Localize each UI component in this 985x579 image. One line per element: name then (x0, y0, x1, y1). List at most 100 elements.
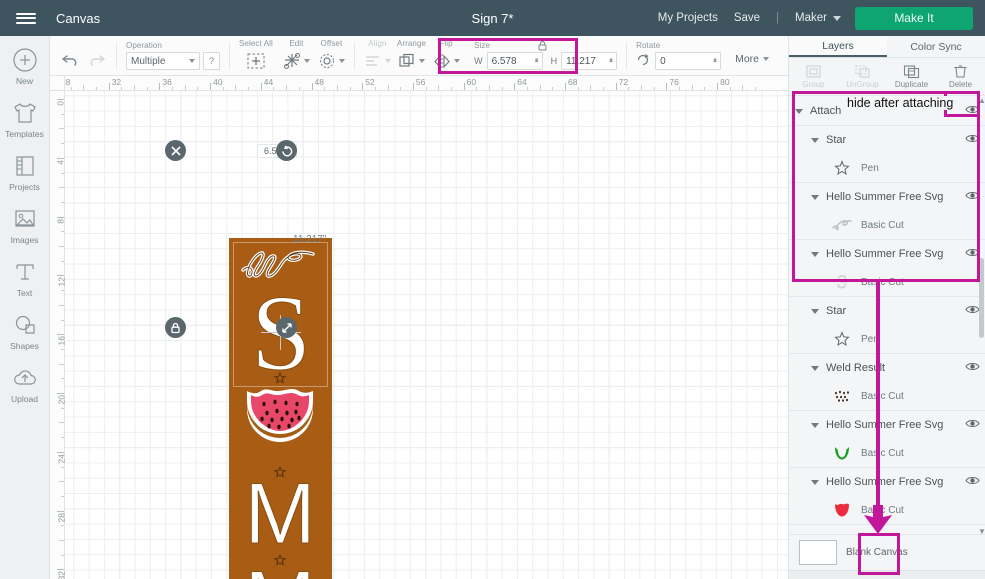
ruler-label: 20 (56, 395, 66, 405)
scrollbar-thumb[interactable] (979, 258, 984, 338)
more-button[interactable]: More (735, 53, 770, 65)
letter-m-layer-1[interactable]: M (244, 466, 317, 563)
resize-handle[interactable] (276, 317, 297, 338)
make-it-button[interactable]: Make It (855, 6, 973, 30)
star-outline-icon[interactable] (273, 371, 287, 384)
ruler-tick (603, 87, 605, 90)
chevron-down-icon[interactable] (811, 194, 819, 200)
sidebar-item-new[interactable]: New (0, 46, 50, 86)
sidebar-item-templates[interactable]: Templates (0, 99, 50, 139)
align-button[interactable] (364, 50, 391, 72)
layer-row-star[interactable]: Star (789, 126, 985, 154)
layer-row-hello-summer[interactable]: Hello Summer Free Svg (789, 183, 985, 211)
rotate-handle[interactable] (276, 140, 297, 161)
sidebar-item-text[interactable]: Text (0, 258, 50, 298)
select-all-button[interactable] (246, 50, 266, 72)
delete-button[interactable]: Delete (936, 58, 985, 95)
layer-row-star[interactable]: Star (789, 297, 985, 325)
scroll-up-icon[interactable]: ▲ (978, 96, 985, 105)
tab-layers[interactable]: Layers (789, 36, 887, 57)
chevron-down-icon[interactable] (811, 422, 819, 428)
letter-m-layer-2[interactable]: M (247, 565, 313, 579)
operation-select[interactable]: Multiple (126, 52, 200, 70)
layer-child-row[interactable]: Pen (789, 154, 985, 182)
visibility-eye-icon[interactable] (965, 104, 980, 118)
detach-button[interactable]: Detach (868, 571, 907, 579)
my-projects-link[interactable]: My Projects (658, 12, 718, 24)
contour-button[interactable]: Contour (947, 571, 985, 579)
machine-label: Maker (795, 12, 827, 24)
sidebar-item-shapes[interactable]: Shapes (0, 311, 50, 351)
visibility-eye-icon[interactable] (965, 475, 980, 489)
horizontal-ruler: 28 32 36 40 44 48 52 56 60 64 68 72 76 80 (50, 76, 788, 91)
chevron-down-icon[interactable] (811, 251, 819, 257)
star-outline-icon[interactable] (273, 553, 287, 566)
ruler-label: 0 (56, 101, 66, 106)
group-button[interactable]: Group (789, 58, 838, 95)
star-outline-icon[interactable] (273, 465, 287, 478)
duplicate-button[interactable]: Duplicate (887, 58, 936, 95)
slice-button[interactable]: Slice (789, 571, 828, 579)
hello-script-layer[interactable] (241, 248, 321, 283)
rotate-input[interactable]: 0 ▲ ▼ (655, 52, 722, 70)
size-width-input[interactable]: 6.578 ▲ ▼ (486, 52, 543, 70)
operation-help-button[interactable]: ? (203, 52, 220, 70)
visibility-eye-icon[interactable] (965, 133, 980, 147)
visibility-eye-icon[interactable] (965, 361, 980, 375)
height-dimension-label: 11.217" (293, 234, 327, 245)
visibility-eye-icon[interactable] (965, 418, 980, 432)
sidebar-item-projects[interactable]: Projects (0, 152, 50, 192)
chevron-down-icon[interactable] (811, 137, 819, 143)
design-canvas[interactable]: S (50, 76, 788, 579)
sidebar-label-images: Images (10, 235, 39, 245)
layers-list[interactable]: Attach Star Pen Hello Summer Free Svg Ba… (789, 97, 985, 534)
chevron-down-icon[interactable] (811, 308, 819, 314)
chevron-down-icon[interactable] (811, 365, 819, 371)
blank-canvas-row[interactable]: Blank Canvas (789, 534, 985, 570)
redo-icon[interactable] (85, 48, 107, 70)
weld-button[interactable]: Weld (828, 571, 867, 579)
edit-button[interactable] (283, 50, 310, 72)
size-lock-icon[interactable] (537, 40, 548, 54)
visibility-eye-icon[interactable] (965, 304, 980, 318)
layer-row-hello-summer[interactable]: Hello Summer Free Svg (789, 468, 985, 496)
ruler-tick (362, 83, 364, 90)
layer-child-row[interactable]: Basic Cut (789, 439, 985, 467)
ruler-tick (61, 554, 64, 556)
layer-row-hello-summer[interactable]: Hello Summer Free Svg (789, 411, 985, 439)
ungroup-button[interactable]: UnGroup (838, 58, 887, 95)
tab-color-sync[interactable]: Color Sync (887, 36, 985, 57)
layer-row-hello-summer[interactable]: Hello Summer Free Svg (789, 240, 985, 268)
lock-handle[interactable] (165, 317, 186, 338)
save-link[interactable]: Save (734, 12, 760, 24)
sidebar-item-upload[interactable]: Upload (0, 364, 50, 404)
sidebar-item-images[interactable]: Images (0, 205, 50, 245)
layer-child-row[interactable]: Basic Cut (789, 211, 985, 239)
shape-tools-bar: Slice Weld Detach Flatten Contour (789, 570, 985, 579)
visibility-eye-icon[interactable] (965, 190, 980, 204)
chevron-down-icon[interactable] (811, 479, 819, 485)
layer-child-row[interactable]: S Basic Cut (789, 268, 985, 296)
layer-row-weld-result[interactable]: Weld Result (789, 354, 985, 382)
layers-scrollbar[interactable]: ▲ ▼ (978, 96, 985, 536)
scroll-down-icon[interactable]: ▼ (978, 527, 985, 536)
canvas-color-swatch[interactable] (799, 540, 837, 565)
offset-button[interactable] (318, 50, 345, 72)
watermelon-layer[interactable] (241, 387, 319, 461)
machine-selector[interactable]: Maker (795, 12, 841, 24)
svg-text:S: S (837, 273, 848, 291)
size-height-input[interactable]: 11.217 ▲ ▼ (561, 52, 618, 70)
ruler-tick (61, 319, 64, 321)
visibility-eye-icon[interactable] (965, 247, 980, 261)
layer-child-row[interactable]: Pen (789, 325, 985, 353)
undo-icon[interactable] (60, 48, 82, 70)
hamburger-menu-icon[interactable] (0, 0, 52, 36)
flip-label: Flip (439, 39, 453, 48)
flatten-button[interactable]: Flatten (907, 571, 946, 579)
layer-child-row[interactable]: Basic Cut (789, 382, 985, 410)
ruler-tick (59, 481, 64, 483)
chevron-down-icon[interactable] (795, 108, 803, 114)
arrange-button[interactable] (398, 50, 425, 72)
flip-button[interactable] (432, 50, 461, 72)
delete-handle[interactable] (165, 140, 186, 161)
